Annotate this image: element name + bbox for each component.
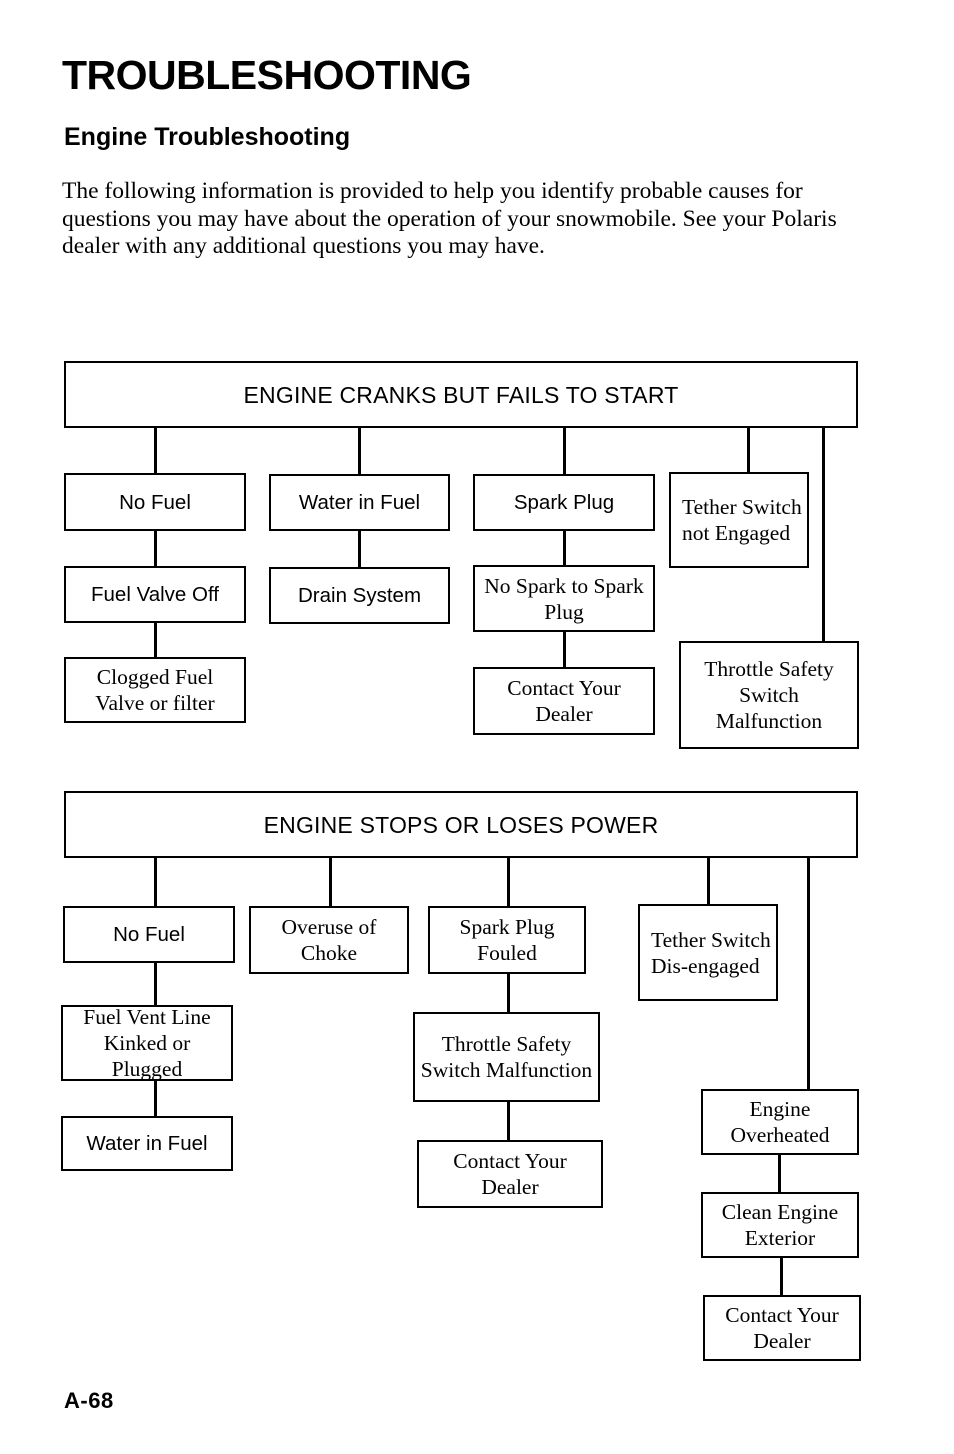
chart1-connector-water-to-drain xyxy=(358,531,361,567)
chart1-branch-line-5 xyxy=(822,428,825,643)
chart1-connector-sparkplug-to-nospark xyxy=(563,531,566,565)
chart2-node-tether-disengaged: Tether Switch Dis-engaged xyxy=(638,904,778,1001)
chart2-node-fuel-vent-line: Fuel Vent Line Kinked or Plugged xyxy=(61,1005,233,1081)
chart1-node-water-in-fuel-label: Water in Fuel xyxy=(298,491,421,514)
chart1-node-throttle-safety-label: Throttle Safety Switch Malfunction xyxy=(704,657,834,733)
chart1-node-no-spark: No Spark to Spark Plug xyxy=(473,565,655,632)
chart2-node-throttle-safety: Throttle Safety Switch Malfunction xyxy=(413,1012,600,1102)
chart1-header-label: ENGINE CRANKS BUT FAILS TO START xyxy=(243,381,679,408)
chart2-node-overuse-of-choke-label: Overuse of Choke xyxy=(281,915,377,965)
chart1-node-no-fuel: No Fuel xyxy=(64,473,246,531)
chart1-branch-line-3 xyxy=(563,428,566,475)
chart2-node-contact-dealer-2: Contact Your Dealer xyxy=(703,1295,861,1361)
chart1-node-no-fuel-label: No Fuel xyxy=(119,490,191,514)
chart1-branch-line-2 xyxy=(358,428,361,475)
chart1-node-spark-plug-label: Spark Plug xyxy=(513,491,615,514)
chart1-node-drain-system-label: Drain System xyxy=(297,584,422,607)
chart1-node-contact-dealer: Contact Your Dealer xyxy=(473,667,655,735)
chart2-connector-overheated-to-clean xyxy=(778,1155,781,1192)
chart2-node-tether-disengaged-label: Tether Switch Dis-engaged xyxy=(651,927,771,978)
chart2-branch-line-1 xyxy=(154,858,157,906)
chart2-node-no-fuel: No Fuel xyxy=(63,906,235,963)
chart2-branch-line-5 xyxy=(807,858,810,1089)
document-page: TROUBLESHOOTING Engine Troubleshooting T… xyxy=(0,0,954,1454)
chart1-node-throttle-safety: Throttle Safety Switch Malfunction xyxy=(679,641,859,749)
chart1-node-spark-plug: Spark Plug xyxy=(473,474,655,531)
page-number: A-68 xyxy=(64,1388,114,1413)
chart2-node-contact-dealer-label: Contact Your Dealer xyxy=(453,1149,567,1199)
chart2-node-clean-engine-exterior: Clean Engine Exterior xyxy=(701,1192,859,1258)
chart1-branch-line-4 xyxy=(747,428,750,472)
chart2-header-label: ENGINE STOPS OR LOSES POWER xyxy=(263,811,659,838)
chart1-node-fuel-valve-off-label: Fuel Valve Off xyxy=(91,583,219,606)
chart2-branch-line-3 xyxy=(507,858,510,906)
chart1-node-tether-not-engaged-label: Tether Switch not Engaged xyxy=(682,495,802,545)
chart2-header-box: ENGINE STOPS OR LOSES POWER xyxy=(64,791,858,858)
chart1-connector-nofuel-to-fuelvalve xyxy=(154,531,157,566)
chart1-header-box: ENGINE CRANKS BUT FAILS TO START xyxy=(64,361,858,428)
chart1-node-drain-system: Drain System xyxy=(269,567,450,624)
chart1-connector-fuelvalve-to-clogged xyxy=(154,623,157,657)
chart1-branch-line-1 xyxy=(154,428,157,475)
chart1-node-clogged-fuel-valve: Clogged Fuel Valve or filter xyxy=(64,657,246,723)
chart2-connector-clean-to-dealer xyxy=(780,1258,783,1295)
intro-paragraph: The following information is provided to… xyxy=(62,178,837,259)
chart2-node-contact-dealer-2-label: Contact Your Dealer xyxy=(725,1303,839,1353)
chart1-node-water-in-fuel: Water in Fuel xyxy=(269,474,450,531)
chart2-node-water-in-fuel-label: Water in Fuel xyxy=(86,1132,208,1155)
chart2-node-spark-plug-fouled: Spark Plug Fouled xyxy=(428,906,586,974)
chart2-node-no-fuel-label: No Fuel xyxy=(113,923,185,946)
chart2-connector-nofuel-to-vent xyxy=(154,963,157,1005)
chart2-node-fuel-vent-line-label: Fuel Vent Line Kinked or Plugged xyxy=(83,1005,211,1081)
section-title: Engine Troubleshooting xyxy=(64,123,351,151)
chart1-node-fuel-valve-off: Fuel Valve Off xyxy=(64,566,246,623)
chart2-branch-line-2 xyxy=(329,858,332,906)
chart2-branch-line-4 xyxy=(707,858,710,904)
chart2-node-clean-engine-exterior-label: Clean Engine Exterior xyxy=(721,1200,839,1250)
chart2-node-engine-overheated-label: Engine Overheated xyxy=(730,1097,830,1147)
chart2-node-engine-overheated: Engine Overheated xyxy=(701,1089,859,1155)
chart1-connector-nospark-to-dealer xyxy=(563,632,566,667)
chart1-node-no-spark-label: No Spark to Spark Plug xyxy=(484,573,644,624)
chart2-node-water-in-fuel: Water in Fuel xyxy=(61,1116,233,1171)
chart1-node-clogged-fuel-valve-label: Clogged Fuel Valve or filter xyxy=(95,665,215,715)
chart2-node-overuse-of-choke: Overuse of Choke xyxy=(249,906,409,974)
chart1-node-tether-not-engaged: Tether Switch not Engaged xyxy=(669,472,809,568)
chart2-node-contact-dealer: Contact Your Dealer xyxy=(417,1140,603,1208)
chart2-connector-vent-to-water xyxy=(154,1081,157,1116)
page-title: TROUBLESHOOTING xyxy=(62,52,472,98)
chart2-node-throttle-safety-label: Throttle Safety Switch Malfunction xyxy=(420,1032,593,1082)
chart2-connector-throttle-to-dealer xyxy=(507,1102,510,1140)
chart2-node-spark-plug-fouled-label: Spark Plug Fouled xyxy=(459,915,555,965)
chart1-node-contact-dealer-label: Contact Your Dealer xyxy=(507,676,621,726)
chart2-connector-fouled-to-throttle xyxy=(507,974,510,1012)
